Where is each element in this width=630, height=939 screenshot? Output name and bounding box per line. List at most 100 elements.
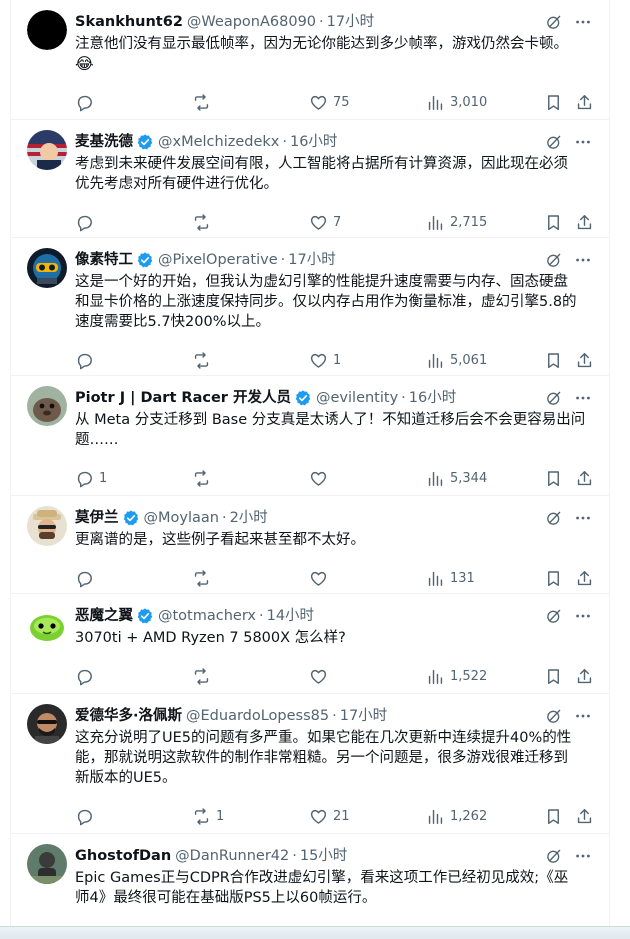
- timestamp[interactable]: 17小时: [327, 12, 374, 32]
- reply-tweet[interactable]: 爱德华多·洛佩斯 @EduardoLopess85 · 17小时 这充分说明了UE5的问…: [11, 694, 609, 834]
- reply-tweet[interactable]: 麦基洗德 @xMelchizedekx · 16小时 考虑到未来硬件发展空间有限，人工智…: [11, 120, 609, 238]
- more-icon[interactable]: [573, 388, 593, 408]
- share-button[interactable]: [575, 92, 594, 112]
- grok-icon[interactable]: [545, 133, 563, 151]
- views-button[interactable]: 131: [426, 568, 475, 588]
- grok-icon[interactable]: [545, 607, 563, 625]
- bookmark-button[interactable]: [544, 568, 563, 588]
- reply-button[interactable]: [75, 806, 99, 826]
- timestamp[interactable]: 16小时: [409, 388, 456, 408]
- more-icon[interactable]: [573, 12, 593, 32]
- reply-button[interactable]: [75, 568, 99, 588]
- like-button[interactable]: 75: [309, 92, 350, 112]
- retweet-button[interactable]: [192, 92, 216, 112]
- like-button[interactable]: [309, 666, 333, 686]
- like-button[interactable]: 1: [309, 350, 341, 370]
- reply-tweet[interactable]: 像素特工 @PixelOperative · 17小时 这是一个好的开始，但我认为虚幻引…: [11, 238, 609, 376]
- reply-button[interactable]: [75, 350, 99, 370]
- share-button[interactable]: [575, 212, 594, 232]
- display-name[interactable]: GhostofDan: [75, 846, 171, 866]
- reply-tweet[interactable]: GhostofDan @DanRunner42 · 15小时 Epic Games正与C…: [11, 834, 609, 938]
- display-name[interactable]: 像素特工: [75, 250, 133, 270]
- grok-icon[interactable]: [545, 509, 563, 527]
- bookmark-button[interactable]: [544, 666, 563, 686]
- bookmark-button[interactable]: [544, 806, 563, 826]
- user-handle[interactable]: @Moylaan: [144, 508, 219, 528]
- reply-button[interactable]: [75, 666, 99, 686]
- tweet-text-line: 能，那就说明这款软件的制作非常粗糙。另一个问题是，很多游戏很难迁移到: [75, 750, 568, 766]
- share-button[interactable]: [575, 468, 594, 488]
- share-button[interactable]: [575, 666, 594, 686]
- grok-icon[interactable]: [545, 707, 563, 725]
- reply-tweet[interactable]: 恶魔之翼 @totmacherx · 14小时 3070ti + AMD Ryzen 7…: [11, 594, 609, 694]
- avatar[interactable]: [27, 844, 67, 884]
- display-name[interactable]: 爱德华多·洛佩斯: [75, 706, 182, 726]
- reply-button[interactable]: [75, 92, 99, 112]
- display-name[interactable]: 麦基洗德: [75, 132, 133, 152]
- grok-icon[interactable]: [545, 251, 563, 269]
- more-icon[interactable]: [573, 606, 593, 626]
- reply-tweet[interactable]: 莫伊兰 @Moylaan · 2小时 更离谱的是，这些例子看起来甚至都不太好。 131: [11, 496, 609, 594]
- views-button[interactable]: 1,262: [426, 806, 487, 826]
- timestamp[interactable]: 2小时: [230, 508, 268, 528]
- like-button[interactable]: [309, 568, 333, 588]
- timestamp[interactable]: 16小时: [290, 132, 337, 152]
- timestamp[interactable]: 17小时: [288, 250, 335, 270]
- user-handle[interactable]: @PixelOperative: [158, 250, 278, 270]
- user-handle[interactable]: @xMelchizedekx: [158, 132, 279, 152]
- display-name[interactable]: 莫伊兰: [75, 508, 119, 528]
- more-icon[interactable]: [573, 846, 593, 866]
- retweet-button[interactable]: [192, 568, 216, 588]
- views-button[interactable]: 3,010: [426, 92, 487, 112]
- reply-button[interactable]: [75, 212, 99, 232]
- retweet-button[interactable]: [192, 350, 216, 370]
- retweet-button[interactable]: [192, 468, 216, 488]
- share-button[interactable]: [575, 806, 594, 826]
- display-name[interactable]: Skankhunt62: [75, 12, 183, 32]
- reply-tweet[interactable]: Skankhunt62 @WeaponA68090 · 17小时 注意他们没有显示最低帧…: [11, 0, 609, 120]
- user-handle[interactable]: @DanRunner42: [175, 846, 289, 866]
- timestamp[interactable]: 15小时: [300, 846, 347, 866]
- grok-icon[interactable]: [545, 13, 563, 31]
- display-name[interactable]: Piotr J | Dart Racer 开发人员: [75, 388, 291, 408]
- retweet-button[interactable]: 1: [192, 806, 224, 826]
- share-button[interactable]: [575, 568, 594, 588]
- user-handle[interactable]: @evilentity: [316, 388, 398, 408]
- avatar[interactable]: [27, 386, 67, 426]
- user-handle[interactable]: @totmacherx: [158, 606, 256, 626]
- bookmark-button[interactable]: [544, 92, 563, 112]
- grok-icon[interactable]: [545, 847, 563, 865]
- retweet-button[interactable]: [192, 212, 216, 232]
- retweet-button[interactable]: [192, 666, 216, 686]
- user-handle[interactable]: @WeaponA68090: [187, 12, 316, 32]
- views-button[interactable]: 1,522: [426, 666, 487, 686]
- avatar[interactable]: [27, 248, 67, 288]
- timestamp[interactable]: 17小时: [340, 706, 387, 726]
- more-icon[interactable]: [573, 250, 593, 270]
- views-button[interactable]: 5,061: [426, 350, 487, 370]
- more-icon[interactable]: [573, 706, 593, 726]
- avatar[interactable]: [27, 10, 67, 50]
- grok-icon[interactable]: [545, 389, 563, 407]
- reply-tweet[interactable]: Piotr J | Dart Racer 开发人员 @evilentity · 16小…: [11, 376, 609, 496]
- avatar[interactable]: [27, 506, 67, 546]
- views-button[interactable]: 5,344: [426, 468, 487, 488]
- bookmark-button[interactable]: [544, 350, 563, 370]
- bottom-edge: [0, 926, 630, 939]
- views-button[interactable]: 2,715: [426, 212, 487, 232]
- reply-button[interactable]: 1: [75, 468, 107, 488]
- more-icon[interactable]: [573, 132, 593, 152]
- like-button[interactable]: 21: [309, 806, 350, 826]
- timestamp[interactable]: 14小时: [267, 606, 314, 626]
- like-button[interactable]: 7: [309, 212, 341, 232]
- more-icon[interactable]: [573, 508, 593, 528]
- avatar[interactable]: [27, 130, 67, 170]
- display-name[interactable]: 恶魔之翼: [75, 606, 133, 626]
- like-button[interactable]: [309, 468, 333, 488]
- user-handle[interactable]: @EduardoLopess85: [186, 706, 329, 726]
- avatar[interactable]: [27, 604, 67, 644]
- share-button[interactable]: [575, 350, 594, 370]
- bookmark-button[interactable]: [544, 468, 563, 488]
- bookmark-button[interactable]: [544, 212, 563, 232]
- avatar[interactable]: [27, 704, 67, 744]
